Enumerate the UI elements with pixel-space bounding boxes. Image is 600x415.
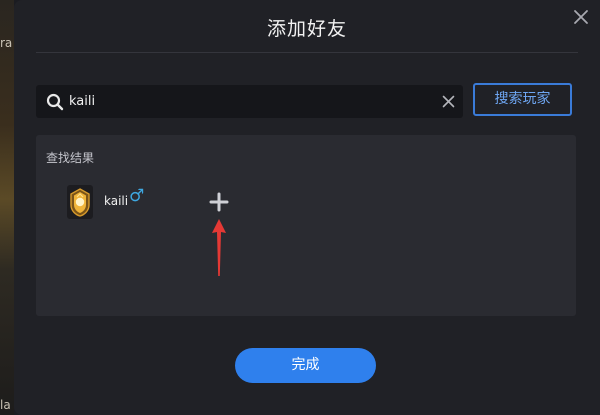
done-button[interactable]: 完成 [235, 348, 376, 383]
background-game-scene [0, 0, 14, 415]
add-friend-dialog: 添加好友 搜索玩家 查找结果 kaili ♂ [14, 0, 600, 415]
red-arrow-annotation [212, 219, 226, 276]
male-gender-icon: ♂ [129, 186, 145, 206]
search-bar [36, 85, 463, 118]
game-badge-icon [67, 185, 93, 219]
player-name: kaili [104, 194, 129, 208]
add-friend-plus-icon[interactable] [208, 191, 230, 213]
search-player-button[interactable]: 搜索玩家 [473, 83, 572, 116]
dialog-title: 添加好友 [266, 18, 347, 40]
clear-icon[interactable] [442, 95, 455, 108]
title-divider [36, 52, 578, 53]
results-panel: 查找结果 kaili ♂ [36, 135, 576, 316]
background-text-fragment: la [0, 398, 11, 412]
search-icon [46, 93, 64, 111]
search-input[interactable] [69, 85, 429, 118]
background-text-fragment: ra [0, 36, 13, 50]
results-heading: 查找结果 [46, 151, 95, 165]
